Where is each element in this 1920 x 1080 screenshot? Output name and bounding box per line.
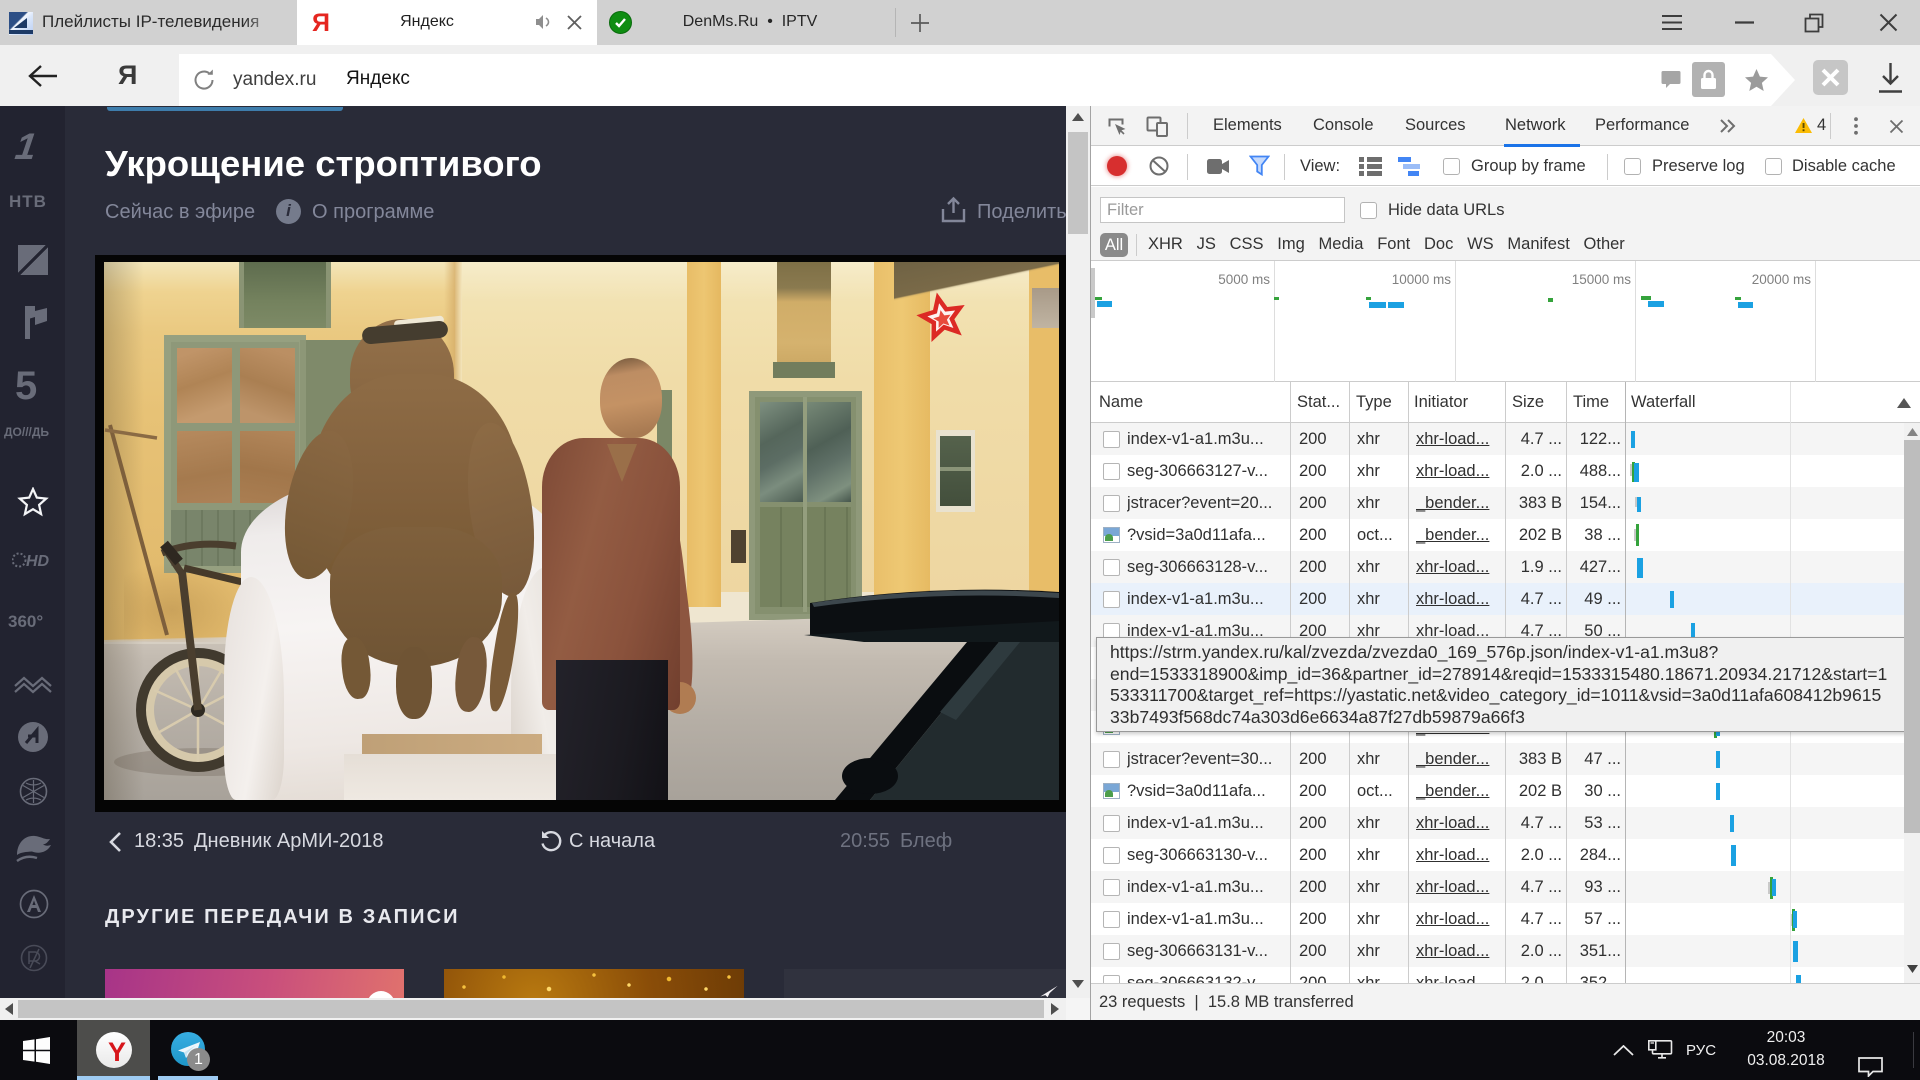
svg-text:HD: HD bbox=[26, 553, 50, 570]
